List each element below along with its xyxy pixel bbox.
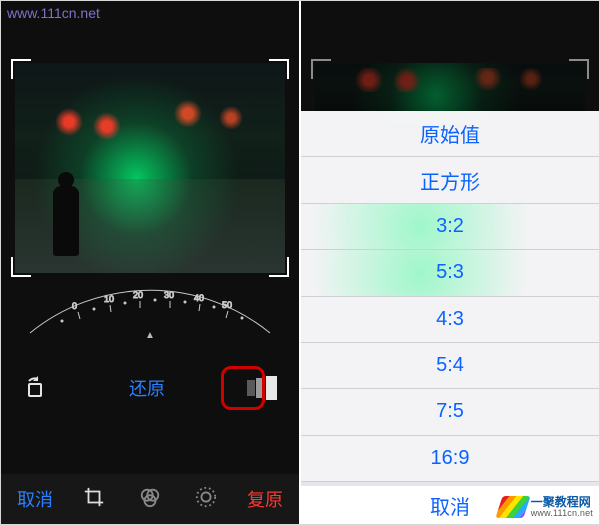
aspect-option-square[interactable]: 正方形 [301, 157, 599, 203]
straighten-dial[interactable]: 0 10 20 30 4 [20, 283, 280, 343]
crop-tool-icon[interactable] [83, 486, 105, 513]
rotate-button[interactable] [23, 376, 47, 400]
crop-handle-br[interactable] [269, 257, 289, 277]
dial-tick-10: 10 [104, 294, 114, 304]
mid-toolbar: 还原 [1, 343, 299, 401]
screenshot-pair: 0 10 20 30 4 [1, 1, 599, 524]
crop-handle-tr[interactable] [269, 59, 289, 79]
aspect-sheet-cancel[interactable]: 取消 [301, 482, 599, 524]
phone-crop-editor: 0 10 20 30 4 [1, 1, 299, 524]
filters-tool-icon[interactable] [139, 486, 161, 513]
revert-button[interactable]: 还原 [129, 375, 165, 401]
aspect-option-7-5[interactable]: 7:5 [301, 389, 599, 435]
phone-aspect-sheet: 原始值 正方形 3:2 5:3 4:3 5:4 7:5 16:9 取消 [301, 1, 599, 524]
adjust-tool-icon[interactable] [195, 486, 217, 513]
crop-frame[interactable] [15, 63, 285, 273]
dial-tick-20: 20 [133, 290, 143, 300]
dial-tick-40: 40 [194, 293, 204, 303]
aspect-option-16-9[interactable]: 16:9 [301, 436, 599, 482]
reset-button[interactable]: 复原 [247, 486, 283, 512]
crop-handle-tl[interactable] [11, 59, 31, 79]
dial-pointer-icon: ▲ [145, 330, 155, 341]
cancel-button[interactable]: 取消 [17, 486, 53, 512]
aspect-ratio-sheet: 原始值 正方形 3:2 5:3 4:3 5:4 7:5 16:9 取消 [301, 111, 599, 524]
aspect-option-5-3[interactable]: 5:3 [301, 250, 599, 296]
annotation-highlight [221, 366, 265, 410]
dial-tick-0: 0 [72, 301, 77, 311]
aspect-option-5-4[interactable]: 5:4 [301, 343, 599, 389]
aspect-option-original[interactable]: 原始值 [301, 111, 599, 157]
dial-tick-50: 50 [222, 300, 232, 310]
aspect-option-4-3[interactable]: 4:3 [301, 297, 599, 343]
aspect-option-3-2[interactable]: 3:2 [301, 204, 599, 250]
dial-tick-30: 30 [164, 290, 174, 300]
photo-preview [15, 63, 285, 273]
crop-handle-bl[interactable] [11, 257, 31, 277]
bottom-toolbar: 取消 复原 [1, 474, 299, 524]
